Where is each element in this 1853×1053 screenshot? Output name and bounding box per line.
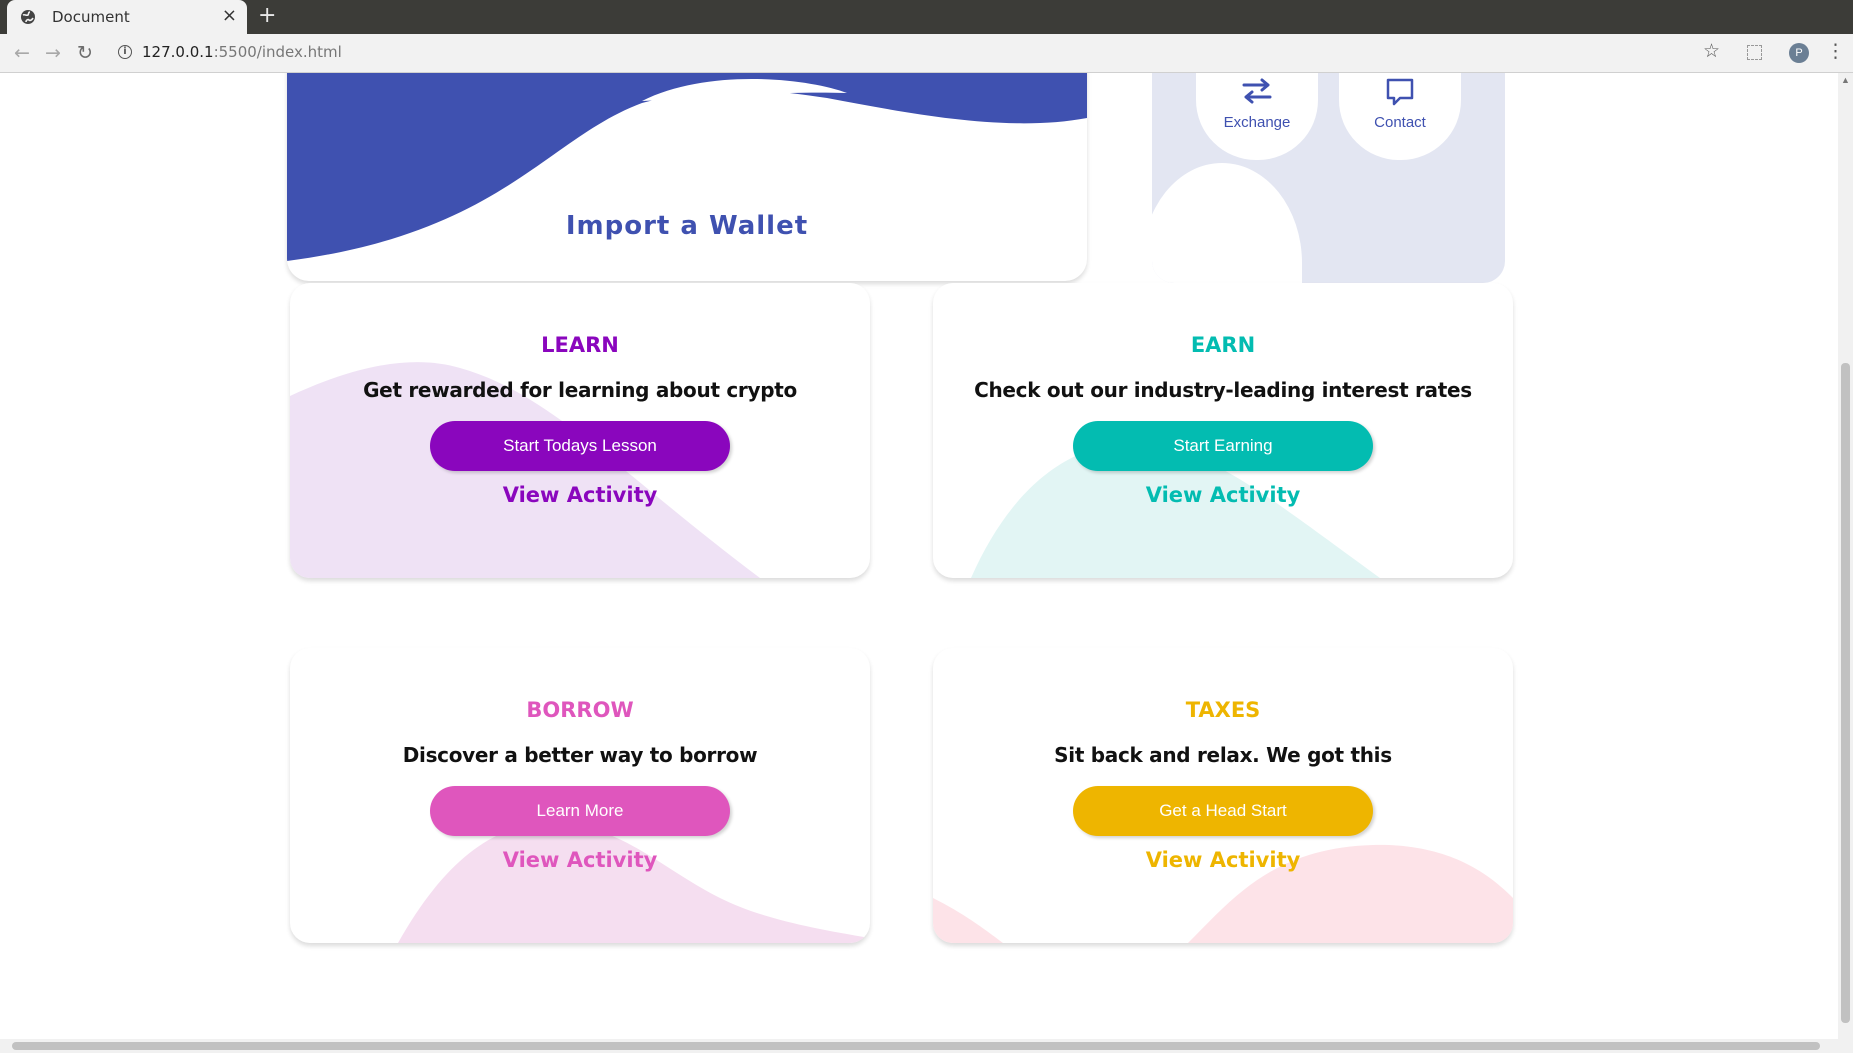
learn-description: Get rewarded for learning about crypto (363, 378, 797, 402)
scroll-up-arrow-icon[interactable]: ▲ (1841, 75, 1850, 85)
quick-actions-panel: Exchange Contact (1152, 73, 1505, 283)
exchange-label: Exchange (1223, 114, 1291, 131)
earn-view-activity-link[interactable]: View Activity (933, 483, 1513, 507)
horizontal-scroll-thumb[interactable] (12, 1042, 1820, 1050)
address-bar[interactable]: 127.0.0.1:5500/index.html (142, 43, 342, 61)
earn-description: Check out our industry-leading interest … (974, 378, 1472, 402)
tab-title: Document (52, 8, 130, 26)
browser-toolbar: ← → ↻ i 127.0.0.1:5500/index.html ☆ P ⋮ (0, 34, 1853, 73)
start-todays-lesson-button[interactable]: Start Todays Lesson (430, 421, 730, 471)
url-path: :5500/index.html (213, 43, 342, 61)
borrow-view-activity-link[interactable]: View Activity (290, 848, 870, 872)
new-tab-icon[interactable]: + (258, 3, 276, 28)
forward-arrow-icon[interactable]: → (41, 41, 65, 65)
borrow-description: Discover a better way to borrow (402, 743, 758, 767)
vertical-scrollbar[interactable]: ▲ (1838, 73, 1853, 1039)
page-viewport: Import a Wallet Exchange Contact LEARN G… (0, 73, 1838, 1039)
browser-tab-bar: Document × + (0, 0, 1853, 34)
back-arrow-icon[interactable]: ← (10, 41, 34, 65)
contact-button[interactable]: Contact (1339, 73, 1461, 160)
vertical-scroll-thumb[interactable] (1841, 363, 1850, 1023)
import-wallet-label: Import a Wallet (565, 211, 809, 241)
taxes-description: Sit back and relax. We got this (1054, 743, 1392, 767)
extension-icon[interactable] (1747, 45, 1762, 60)
exchange-button[interactable]: Exchange (1196, 73, 1318, 160)
globe-icon (21, 10, 35, 24)
exchange-arrows-icon (1242, 78, 1272, 104)
profile-avatar[interactable]: P (1789, 43, 1809, 63)
learn-more-button[interactable]: Learn More (430, 786, 730, 836)
reload-icon[interactable]: ↻ (73, 41, 97, 65)
borrow-title: BORROW (526, 698, 634, 722)
start-earning-button[interactable]: Start Earning (1073, 421, 1373, 471)
horizontal-scrollbar[interactable] (0, 1039, 1853, 1053)
learn-card: LEARN Get rewarded for learning about cr… (290, 283, 870, 578)
learn-view-activity-link[interactable]: View Activity (290, 483, 870, 507)
browser-tab[interactable]: Document × (7, 0, 247, 34)
earn-card: EARN Check out our industry-leading inte… (933, 283, 1513, 578)
taxes-card: TAXES Sit back and relax. We got this Ge… (933, 648, 1513, 943)
browser-menu-icon[interactable]: ⋮ (1826, 40, 1845, 62)
chat-bubble-icon (1386, 78, 1414, 106)
earn-title: EARN (1190, 333, 1256, 357)
bookmark-star-icon[interactable]: ☆ (1703, 40, 1720, 62)
site-info-icon[interactable]: i (118, 45, 132, 59)
learn-title: LEARN (541, 333, 619, 357)
taxes-view-activity-link[interactable]: View Activity (933, 848, 1513, 872)
taxes-title: TAXES (1185, 698, 1261, 722)
borrow-card: BORROW Discover a better way to borrow L… (290, 648, 870, 943)
wave-highlight (642, 78, 847, 101)
get-a-head-start-button[interactable]: Get a Head Start (1073, 786, 1373, 836)
url-host: 127.0.0.1 (142, 43, 214, 61)
import-wallet-card[interactable]: Import a Wallet (287, 73, 1087, 281)
contact-label: Contact (1374, 114, 1426, 131)
close-tab-icon[interactable]: × (222, 5, 237, 26)
panel-blob-decoration (1152, 163, 1302, 283)
